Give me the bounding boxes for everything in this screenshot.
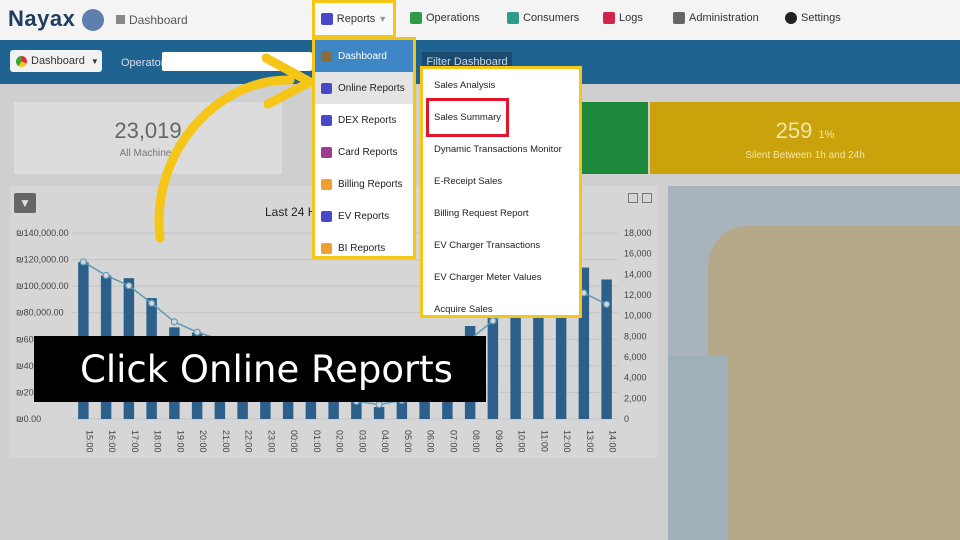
map-land — [708, 226, 960, 540]
line-point — [102, 271, 110, 279]
reports-menu: Dashboard Online Reports DEX Reports Car… — [312, 37, 416, 259]
x-tick-label: 14:00 — [608, 430, 618, 453]
x-tick-label: 15:00 — [84, 430, 94, 453]
y-tick-label-right: 4,000 — [624, 373, 647, 383]
submenu-ev-charger-transactions[interactable]: EV Charger Transactions — [423, 229, 579, 261]
sales-summary-highlight — [426, 98, 509, 137]
x-tick-label: 17:00 — [130, 430, 140, 453]
submenu-ev-charger-meter-values[interactable]: EV Charger Meter Values — [423, 261, 579, 293]
menu-item-label: Dashboard — [338, 50, 387, 62]
dex-reports-icon — [321, 114, 332, 126]
x-tick-label: 01:00 — [312, 430, 322, 453]
bar — [373, 407, 385, 419]
y-tick-label-left: ₪120,000.00 — [16, 255, 69, 265]
x-tick-label: 16:00 — [107, 430, 117, 453]
line-point — [170, 318, 178, 326]
menu-item-dashboard[interactable]: Dashboard — [315, 40, 413, 72]
x-tick-label: 05:00 — [403, 430, 413, 453]
y-tick-label-left: ₪100,000.00 — [16, 281, 69, 291]
x-tick-label: 19:00 — [175, 430, 185, 453]
billing-reports-icon — [321, 178, 332, 190]
x-tick-label: 22:00 — [244, 430, 254, 453]
line-point — [79, 258, 87, 266]
line-point — [148, 299, 156, 307]
menu-item-dex-reports[interactable]: DEX Reports — [315, 104, 413, 136]
y-tick-label-right: 14,000 — [624, 269, 652, 279]
line-point — [193, 328, 201, 336]
y-tick-label-left: ₪140,000.00 — [16, 228, 69, 238]
line-point — [125, 282, 133, 290]
y-tick-label-left: ₪0.00 — [16, 414, 41, 424]
y-tick-label-right: 16,000 — [624, 249, 652, 259]
menu-item-billing-reports[interactable]: Billing Reports — [315, 168, 413, 200]
submenu-acquire-sales[interactable]: Acquire Sales — [423, 293, 579, 315]
menu-item-label: DEX Reports — [338, 114, 397, 126]
x-tick-label: 00:00 — [289, 430, 299, 453]
dashboard-icon — [321, 50, 332, 62]
line-point — [603, 300, 611, 308]
y-tick-label-right: 18,000 — [624, 228, 652, 238]
bi-reports-icon — [321, 242, 332, 254]
menu-item-card-reports[interactable]: Card Reports — [315, 136, 413, 168]
y-tick-label-left: ₪80,000.00 — [16, 308, 64, 318]
x-tick-label: 18:00 — [153, 430, 163, 453]
x-tick-label: 23:00 — [266, 430, 276, 453]
card-reports-icon — [321, 146, 332, 158]
bar — [601, 279, 612, 419]
x-tick-label: 21:00 — [221, 430, 231, 453]
x-tick-label: 08:00 — [471, 430, 481, 453]
submenu-dynamic-transactions-monitor[interactable]: Dynamic Transactions Monitor — [423, 133, 579, 165]
menu-item-label: EV Reports — [338, 210, 390, 222]
online-reports-icon — [321, 82, 332, 94]
menu-item-label: Card Reports — [338, 146, 398, 158]
x-tick-label: 20:00 — [198, 430, 208, 453]
x-tick-label: 12:00 — [562, 430, 572, 453]
y-tick-label-right: 2,000 — [624, 393, 647, 403]
x-tick-label: 02:00 — [335, 430, 345, 453]
y-tick-label-right: 10,000 — [624, 311, 652, 321]
submenu-billing-request-report[interactable]: Billing Request Report — [423, 197, 579, 229]
x-tick-label: 03:00 — [357, 430, 367, 453]
submenu-e-receipt-sales[interactable]: E-Receipt Sales — [423, 165, 579, 197]
line-point — [489, 317, 497, 325]
menu-item-label: BI Reports — [338, 242, 386, 254]
x-tick-label: 07:00 — [448, 430, 458, 453]
ev-reports-icon — [321, 210, 332, 222]
y-tick-label-right: 8,000 — [624, 331, 647, 341]
y-tick-label-right: 0 — [624, 414, 629, 424]
x-tick-label: 09:00 — [494, 430, 504, 453]
x-tick-label: 13:00 — [585, 430, 595, 453]
y-tick-label-right: 6,000 — [624, 352, 647, 362]
submenu-sales-analysis[interactable]: Sales Analysis — [423, 69, 579, 101]
menu-item-online-reports[interactable]: Online Reports — [315, 72, 413, 104]
y-tick-label-right: 12,000 — [624, 290, 652, 300]
menu-item-label: Online Reports — [338, 82, 405, 94]
x-tick-label: 04:00 — [380, 430, 390, 453]
map-panel[interactable] — [668, 186, 960, 540]
x-tick-label: 10:00 — [517, 430, 527, 453]
line-point — [375, 400, 383, 409]
menu-item-label: Billing Reports — [338, 178, 403, 190]
x-tick-label: 11:00 — [539, 430, 549, 452]
instruction-caption: Click Online Reports — [34, 336, 486, 402]
x-tick-label: 06:00 — [426, 430, 436, 453]
map-water — [668, 356, 728, 540]
menu-item-bi-reports[interactable]: BI Reports — [315, 232, 413, 264]
menu-item-ev-reports[interactable]: EV Reports — [315, 200, 413, 232]
